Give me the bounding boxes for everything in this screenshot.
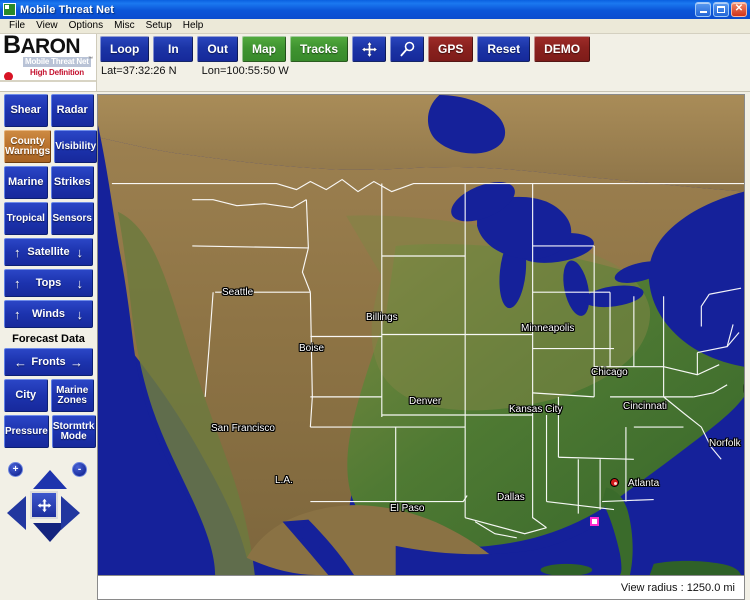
- fronts-label: Fronts: [31, 356, 66, 368]
- sidebar-shear-button[interactable]: Shear: [4, 94, 48, 127]
- nav-pan-left-button[interactable]: [7, 496, 26, 530]
- nav-pan-up-button[interactable]: [33, 470, 67, 489]
- menu-item-help[interactable]: Help: [178, 19, 210, 33]
- title-bar: Mobile Threat Net ✕: [0, 0, 750, 19]
- sidebar-row-1: Shear Radar: [0, 94, 97, 130]
- window-title: Mobile Threat Net: [20, 3, 114, 16]
- coordinate-readout: Lat=37:32:26 N Lon=100:55:50 W: [101, 65, 289, 77]
- window-controls: ✕: [695, 2, 747, 17]
- sidebar-county-warnings-button[interactable]: County Warnings: [4, 130, 52, 163]
- zoom-out-button[interactable]: Out: [197, 36, 238, 62]
- maximize-button[interactable]: [713, 2, 729, 17]
- app-icon: [3, 3, 16, 16]
- map-terrain-graphic: [98, 95, 744, 575]
- tops-label: Tops: [35, 277, 62, 289]
- latitude-readout: Lat=37:32:26 N: [101, 65, 177, 77]
- tops-down-arrow-icon[interactable]: ↓: [77, 277, 84, 290]
- sidebar-fronts-stepper[interactable]: ← Fronts →: [4, 348, 93, 376]
- satellite-label: Satellite: [27, 246, 70, 258]
- sidebar-city-button[interactable]: City: [4, 379, 48, 412]
- application-window: Mobile Threat Net ✕ File View Options Mi…: [0, 0, 750, 600]
- logo-product-text: Mobile Threat Net: [23, 57, 91, 67]
- minimize-button[interactable]: [695, 2, 711, 17]
- baron-logo: BARON Mobile Threat Net ™ High Definitio…: [0, 34, 97, 91]
- sidebar-marine-zones-button[interactable]: Marine Zones: [50, 379, 94, 412]
- winds-label: Winds: [32, 308, 65, 320]
- satellite-down-arrow-icon[interactable]: ↓: [77, 246, 84, 259]
- sidebar-row-4: Tropical Sensors: [0, 202, 97, 238]
- menu-item-setup[interactable]: Setup: [141, 19, 178, 33]
- sidebar-satellite-stepper[interactable]: ↑ Satellite ↓: [4, 238, 93, 266]
- map-navigation-pad: + -: [0, 460, 97, 560]
- sidebar-row-6: Pressure Stormtrk Mode: [0, 415, 97, 451]
- sidebar-visibility-button[interactable]: Visibility: [54, 130, 98, 163]
- current-position-marker[interactable]: [590, 517, 599, 526]
- tracks-button[interactable]: Tracks: [290, 36, 349, 62]
- demo-button[interactable]: DEMO: [534, 36, 591, 62]
- toolbar-strip: BARON Mobile Threat Net ™ High Definitio…: [0, 34, 750, 92]
- menu-item-misc[interactable]: Misc: [109, 19, 141, 33]
- menu-item-options[interactable]: Options: [64, 19, 109, 33]
- zoom-in-button[interactable]: In: [153, 36, 194, 62]
- status-bar: View radius : 1250.0 mi: [97, 576, 745, 600]
- reset-button[interactable]: Reset: [477, 36, 531, 62]
- sidebar-row-5: City Marine Zones: [0, 379, 97, 415]
- sidebar-row-2: County Warnings Visibility: [0, 130, 98, 166]
- nav-zoom-in-button[interactable]: +: [8, 462, 23, 477]
- sidebar-tops-stepper[interactable]: ↑ Tops ↓: [4, 269, 93, 297]
- map-panel: Seattle Boise Billings Minneapolis Chica…: [97, 92, 750, 600]
- forecast-data-heading: Forecast Data: [12, 333, 85, 345]
- nav-pan-right-button[interactable]: [61, 496, 80, 530]
- close-button[interactable]: ✕: [731, 2, 747, 17]
- search-tool-button[interactable]: [390, 36, 425, 62]
- logo-edition-text: High Definition: [30, 68, 84, 77]
- longitude-readout: Lon=100:55:50 W: [201, 65, 289, 77]
- sidebar-pressure-button[interactable]: Pressure: [4, 415, 49, 448]
- storm-cell-marker[interactable]: [610, 478, 619, 487]
- move-arrows-icon: [360, 40, 378, 58]
- menu-item-view[interactable]: View: [31, 19, 64, 33]
- map-canvas[interactable]: Seattle Boise Billings Minneapolis Chica…: [98, 95, 744, 575]
- sidebar-stormtrack-mode-button[interactable]: Stormtrk Mode: [51, 415, 96, 448]
- logo-trademark: ™: [88, 56, 93, 62]
- sidebar-row-3: Marine Strikes: [0, 166, 97, 202]
- menu-item-file[interactable]: File: [4, 19, 31, 33]
- sidebar-filler: [0, 576, 97, 600]
- fronts-prev-arrow-icon[interactable]: ←: [14, 356, 27, 369]
- logo-brand-text: BARON: [3, 34, 81, 59]
- nav-zoom-out-button[interactable]: -: [72, 462, 87, 477]
- map-viewport[interactable]: Seattle Boise Billings Minneapolis Chica…: [97, 94, 745, 576]
- winds-down-arrow-icon[interactable]: ↓: [77, 308, 84, 321]
- sidebar-radar-button[interactable]: Radar: [50, 94, 94, 127]
- view-radius-readout: View radius : 1250.0 mi: [620, 581, 735, 594]
- menu-bar: File View Options Misc Setup Help: [0, 19, 750, 34]
- toolbar-buttons-area: Loop In Out Map Tracks GPS Reset DEMO La…: [97, 34, 750, 91]
- main-body: Shear Radar County Warnings Visibility M…: [0, 92, 750, 600]
- sidebar-winds-stepper[interactable]: ↑ Winds ↓: [4, 300, 93, 328]
- gps-button[interactable]: GPS: [428, 36, 474, 62]
- loop-button[interactable]: Loop: [100, 36, 150, 62]
- layer-sidebar: Shear Radar County Warnings Visibility M…: [0, 92, 98, 600]
- move-arrows-icon: [37, 498, 51, 512]
- nav-recenter-button[interactable]: [30, 491, 58, 519]
- logo-underline: [0, 80, 96, 82]
- sidebar-tropical-button[interactable]: Tropical: [4, 202, 48, 235]
- sidebar-strikes-button[interactable]: Strikes: [50, 166, 94, 199]
- pan-tool-button[interactable]: [352, 36, 387, 62]
- magnifier-icon: [400, 41, 414, 56]
- fronts-next-arrow-icon[interactable]: →: [70, 356, 83, 369]
- map-button[interactable]: Map: [242, 36, 286, 62]
- sidebar-marine-button[interactable]: Marine: [4, 166, 48, 199]
- sidebar-sensors-button[interactable]: Sensors: [50, 202, 94, 235]
- city-label-new-york: N.Y.: [744, 384, 745, 395]
